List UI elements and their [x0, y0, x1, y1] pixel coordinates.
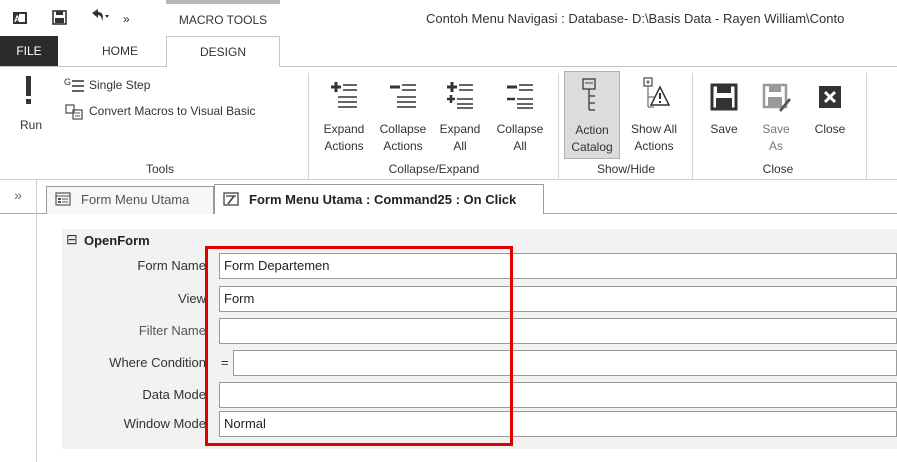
title-bar: A » MACRO TOOLS Contoh Menu Navigasi : D…	[0, 0, 897, 36]
svg-text:G: G	[64, 77, 71, 87]
save-icon[interactable]	[52, 10, 67, 29]
argument-label-wrap: Form Name	[62, 253, 206, 279]
save-as-label: Save As	[762, 122, 790, 153]
save-as-icon	[762, 83, 792, 118]
close-icon	[818, 85, 842, 114]
group-label-tools: Tools	[145, 162, 174, 176]
ribbon: Run G Single Step Convert Macros to Visu…	[0, 66, 897, 180]
tab-home[interactable]: HOME	[75, 36, 165, 66]
show-all-actions-button[interactable]: Show All Actions	[622, 71, 686, 159]
argument-label-wrap: Window Mode	[62, 411, 206, 437]
highlight-box	[205, 246, 513, 446]
expand-all-label: Expand All	[439, 122, 481, 153]
save-icon	[710, 83, 738, 116]
collapse-actions-icon	[389, 81, 417, 116]
navigation-pane-toggle[interactable]: »	[0, 180, 37, 214]
action-catalog-label: Action Catalog	[571, 123, 613, 154]
svg-text:A: A	[14, 14, 21, 24]
expand-actions-label: Expand Actions	[323, 122, 365, 153]
collapse-toggle-icon[interactable]: ⊟	[66, 231, 78, 248]
window-title: Contoh Menu Navigasi : Database- D:\Basi…	[426, 11, 845, 26]
convert-macros-label: Convert Macros to Visual Basic	[89, 104, 256, 118]
expand-all-button[interactable]: Expand All	[434, 75, 486, 159]
macro-icon	[223, 192, 241, 211]
argument-label-wrap: View	[62, 286, 206, 312]
action-catalog-icon	[581, 78, 605, 117]
tab-form-label: Form Menu Utama	[81, 192, 190, 207]
group-separator	[692, 73, 693, 179]
show-all-actions-icon	[642, 77, 671, 116]
filter-name-label: Filter Name	[138, 323, 206, 338]
ribbon-tab-row: FILE HOME DESIGN	[0, 36, 897, 67]
save-macro-button[interactable]: Save	[700, 75, 748, 159]
tab-design[interactable]: DESIGN	[166, 36, 280, 67]
collapse-actions-button[interactable]: Collapse Actions	[374, 75, 432, 159]
expand-all-icon	[446, 81, 474, 116]
show-all-actions-label: Show All Actions	[630, 122, 678, 153]
tab-macro-label: Form Menu Utama : Command25 : On Click	[249, 192, 517, 207]
save-label: Save	[710, 122, 738, 136]
tab-file[interactable]: FILE	[0, 36, 58, 66]
collapse-all-icon	[506, 81, 534, 116]
form-name-label: Form Name	[137, 258, 206, 273]
close-button[interactable]: Close	[804, 75, 856, 159]
group-label-show-hide: Show/Hide	[596, 162, 656, 176]
expand-actions-button[interactable]: Expand Actions	[318, 75, 370, 159]
macro-tools-contextual-tab: MACRO TOOLS	[166, 0, 280, 34]
window-mode-label: Window Mode	[123, 416, 206, 431]
action-catalog-button[interactable]: Action Catalog	[564, 71, 620, 159]
data-mode-label: Data Mode	[142, 387, 206, 402]
group-label-collapse-expand: Collapse/Expand	[388, 162, 480, 176]
where-condition-label: Where Condition	[109, 355, 206, 370]
expand-actions-icon	[330, 81, 358, 116]
group-separator	[308, 73, 309, 179]
tab-macro-on-click[interactable]: Form Menu Utama : Command25 : On Click	[214, 184, 544, 215]
argument-label-wrap: Where Condition	[62, 350, 206, 376]
single-step-icon: G	[64, 77, 86, 100]
action-name: OpenForm	[84, 233, 150, 248]
undo-icon[interactable]	[88, 8, 110, 28]
save-as-button[interactable]: Save As	[752, 75, 800, 159]
close-label: Close	[814, 122, 846, 136]
argument-label-wrap: Data Mode	[62, 382, 206, 408]
form-icon	[55, 192, 71, 211]
run-button[interactable]: Run	[14, 75, 48, 145]
collapse-actions-label: Collapse Actions	[379, 122, 427, 153]
single-step-label: Single Step	[89, 78, 151, 92]
document-tab-bar: » Form Menu Utama Form Menu Utama : Comm…	[0, 180, 897, 215]
group-separator	[866, 73, 867, 179]
argument-label-wrap: Filter Name	[62, 318, 206, 344]
view-label: View	[178, 291, 206, 306]
collapse-all-label: Collapse All	[496, 122, 544, 153]
single-step-button[interactable]: G Single Step	[64, 77, 184, 97]
customize-qat-icon[interactable]: »	[123, 11, 130, 27]
convert-macros-button[interactable]: Convert Macros to Visual Basic	[64, 103, 304, 123]
tab-form-menu-utama[interactable]: Form Menu Utama	[46, 186, 214, 214]
run-label: Run	[19, 118, 42, 132]
access-logo-icon: A	[12, 10, 28, 30]
convert-macro-icon	[64, 103, 86, 126]
group-separator	[558, 73, 559, 179]
exclamation-icon	[22, 75, 36, 110]
group-label-close: Close	[762, 162, 794, 176]
collapse-all-button[interactable]: Collapse All	[490, 75, 550, 159]
